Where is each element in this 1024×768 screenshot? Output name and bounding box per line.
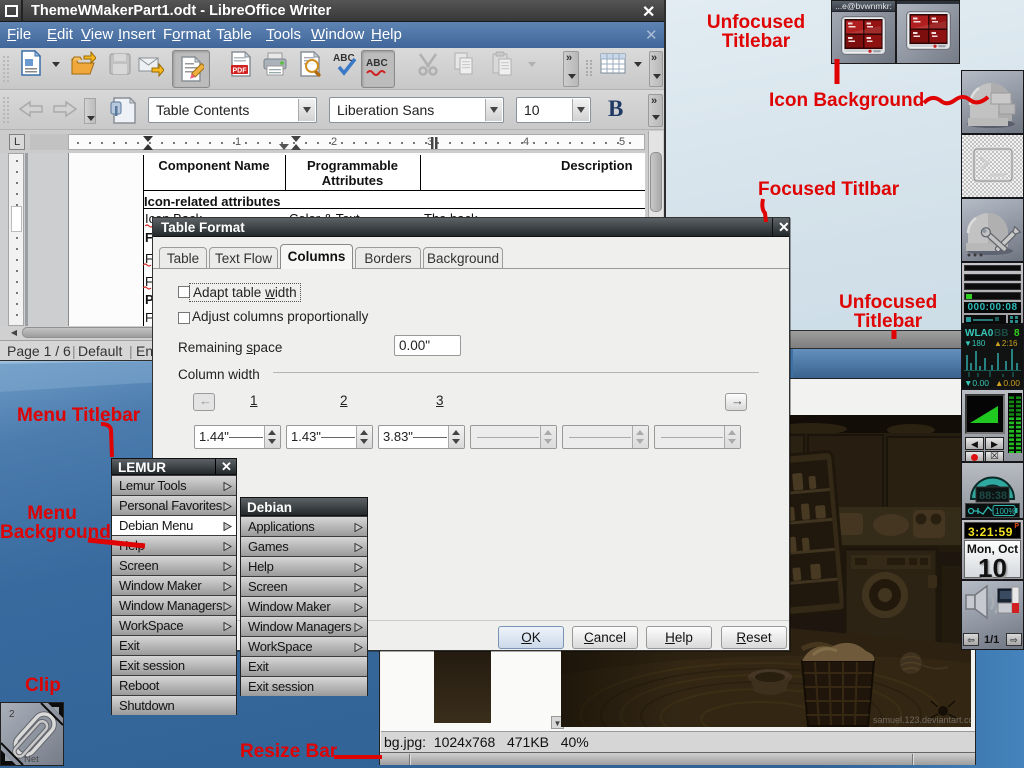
svg-text:ABC: ABC: [366, 58, 388, 69]
svg-text:▼180: ▼180: [964, 339, 986, 348]
svg-text:8: 8: [1014, 328, 1020, 339]
svg-text:88:38: 88:38: [979, 490, 1007, 502]
svg-text:Net: Net: [24, 754, 39, 765]
svg-text:100%: 100%: [995, 507, 1015, 516]
svg-text:BB: BB: [994, 328, 1008, 339]
svg-text:▲0.00: ▲0.00: [995, 378, 1020, 388]
svg-text:▼0.00: ▼0.00: [964, 378, 989, 388]
svg-text:samuel.123.deviantart.com: samuel.123.deviantart.com: [873, 715, 971, 725]
svg-text:2: 2: [9, 709, 15, 720]
svg-text:▲2:16: ▲2:16: [994, 339, 1018, 348]
svg-text:PDF: PDF: [233, 68, 248, 75]
svg-text:WLA0: WLA0: [965, 328, 994, 339]
